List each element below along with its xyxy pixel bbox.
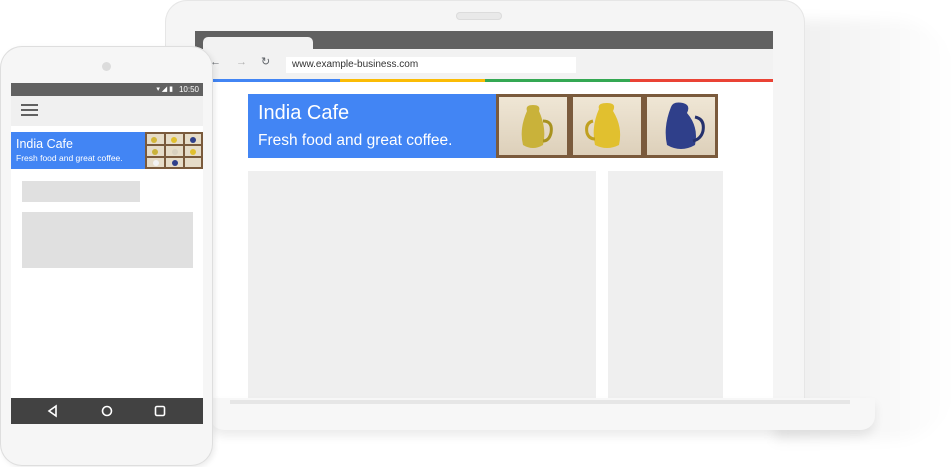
laptop-screen: ← → ↻ www.example-business.com India Caf… (195, 31, 773, 401)
shelf-photo-yellow-jug (496, 94, 570, 158)
phone-camera (102, 62, 111, 71)
content-sidebar-placeholder (608, 171, 723, 401)
phone-site-title: India Cafe (16, 137, 73, 151)
phone-screen: ▾ ◢ ▮ 10:50 India Cafe Fresh food and gr… (11, 83, 203, 424)
site-subtitle: Fresh food and great coffee. (258, 132, 453, 149)
accent-line-green (485, 79, 630, 82)
content-main-placeholder (248, 171, 596, 401)
phone-content-placeholder-1 (22, 181, 140, 202)
signal-icon: ◢ (161, 86, 168, 93)
shelf-photo-yellow-jug-2 (570, 94, 644, 158)
app-bar (11, 96, 203, 126)
home-icon[interactable] (99, 403, 115, 419)
status-bar: ▾ ◢ ▮ 10:50 (11, 83, 203, 96)
phone-hero-banner: India Cafe Fresh food and great coffee. (11, 132, 145, 169)
reload-icon[interactable]: ↻ (261, 54, 270, 70)
accent-line-blue (195, 79, 340, 82)
phone-site-hero: India Cafe Fresh food and great coffee. (11, 132, 203, 169)
status-icons: ▾ ◢ ▮ (156, 84, 173, 95)
accent-line-yellow (340, 79, 485, 82)
hero-banner: India Cafe Fresh food and great coffee. (248, 94, 496, 158)
address-bar[interactable]: www.example-business.com (286, 57, 576, 73)
recents-icon[interactable] (152, 403, 168, 419)
back-icon[interactable] (45, 403, 61, 419)
laptop-camera-notch (456, 12, 502, 20)
status-time: 10:50 (178, 85, 199, 94)
phone-site-subtitle: Fresh food and great coffee. (16, 153, 123, 163)
site-title: India Cafe (258, 102, 350, 124)
laptop-hinge (230, 400, 850, 404)
forward-arrow-icon[interactable]: → (236, 54, 247, 70)
battery-icon: ▮ (169, 86, 173, 93)
phone-content-placeholder-2 (22, 212, 193, 268)
site-hero: India Cafe Fresh food and great coffee. (248, 94, 718, 158)
shelf-photo-blue-jug (644, 94, 718, 158)
accent-line-red (630, 79, 773, 82)
wifi-icon: ▾ (156, 86, 160, 93)
hero-photo-strip (496, 94, 718, 158)
phone-hero-photo (145, 132, 203, 169)
android-nav-bar (11, 398, 203, 424)
url-text: www.example-business.com (292, 59, 419, 70)
hamburger-menu-icon[interactable] (21, 103, 38, 118)
